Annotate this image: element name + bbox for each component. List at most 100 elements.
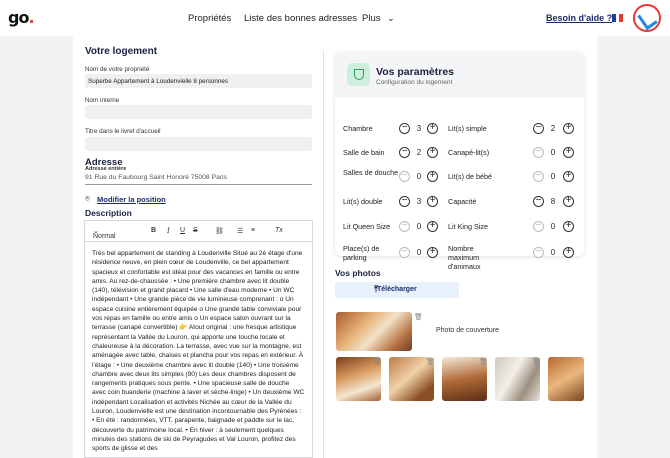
param-value: 0	[550, 148, 556, 157]
decrement-button[interactable]: −	[533, 221, 544, 232]
parameters-panel: Vos paramètres Configuration du logement…	[335, 52, 584, 271]
param-label: Salles de douche	[343, 168, 399, 177]
top-navigation: go. Propriétés Liste des bonnes adresses…	[0, 0, 670, 36]
editor-toolbar: Normal ⌄ B I U S ⛓ ☰ ≡ Tx	[85, 221, 312, 242]
param-label: Chambre	[343, 124, 373, 133]
param-label: Lit King Size	[448, 222, 488, 231]
photo-thumbnail[interactable]	[548, 357, 584, 401]
logo[interactable]: go.	[8, 8, 35, 27]
decrement-button[interactable]: −	[399, 196, 410, 207]
decrement-button[interactable]: −	[533, 123, 544, 134]
upload-button[interactable]: Télécharger	[335, 282, 459, 298]
nav-plus-label: Plus	[362, 13, 381, 24]
section-title-logement: Votre logement	[85, 46, 158, 57]
address-label: Adresse entière	[85, 166, 127, 172]
decrement-button[interactable]: −	[399, 247, 410, 258]
increment-button[interactable]: +	[427, 247, 438, 258]
trash-icon[interactable]: 🗑	[532, 358, 541, 367]
column-divider	[323, 50, 324, 458]
param-label: Lit Queen Size	[343, 222, 391, 231]
shield-icon	[347, 63, 370, 86]
decrement-button[interactable]: −	[533, 196, 544, 207]
parameters-subtitle: Configuration du logement	[376, 79, 453, 86]
param-value: 2	[416, 148, 422, 157]
increment-button[interactable]: +	[563, 247, 574, 258]
param-label: Lit(s) double	[343, 197, 383, 206]
modify-position-link[interactable]: Modifier la position	[97, 195, 166, 204]
increment-button[interactable]: +	[427, 221, 438, 232]
param-value: 3	[416, 124, 422, 133]
param-value: 0	[550, 222, 556, 231]
parameters-title: Vos paramètres	[376, 66, 455, 78]
increment-button[interactable]: +	[563, 171, 574, 182]
parameters-header: Vos paramètres Configuration du logement	[335, 52, 584, 98]
increment-button[interactable]: +	[427, 196, 438, 207]
cover-photo-label: Photo de couverture	[436, 327, 500, 334]
location-pin-icon: ⌾	[85, 194, 90, 203]
french-flag-icon[interactable]	[612, 14, 624, 22]
trash-icon[interactable]: 🗑	[414, 313, 423, 322]
param-value: 0	[416, 222, 422, 231]
property-editor-card: Votre logement Nom de votre propriété Su…	[73, 36, 597, 458]
param-value: 3	[416, 197, 422, 206]
style-select[interactable]: Normal ⌄	[93, 227, 116, 240]
photos-title: Vos photos	[335, 268, 381, 278]
param-label: Canapé-lit(s)	[448, 148, 490, 157]
nav-bonnes-adresses[interactable]: Liste des bonnes adresses	[244, 13, 357, 24]
nav-plus[interactable]: Plus ⌄	[362, 13, 395, 24]
link-icon[interactable]: ⛓	[215, 227, 224, 235]
param-label: Capacité	[448, 197, 477, 206]
clear-format-icon[interactable]: Tx	[275, 227, 283, 234]
ordered-list-icon[interactable]: ☰	[237, 227, 243, 235]
bullet-list-icon[interactable]: ≡	[251, 227, 255, 234]
decrement-button[interactable]: −	[399, 171, 410, 182]
param-label: Place(s) de parking	[343, 244, 380, 262]
param-value: 0	[550, 172, 556, 181]
underline-icon[interactable]: U	[180, 227, 185, 234]
description-editor: Normal ⌄ B I U S ⛓ ☰ ≡ Tx Très bel appar…	[84, 220, 313, 458]
decrement-button[interactable]: −	[399, 221, 410, 232]
increment-button[interactable]: +	[563, 221, 574, 232]
decrement-button[interactable]: −	[533, 147, 544, 158]
param-label: Nombre maximum d'animaux	[448, 244, 481, 271]
increment-button[interactable]: +	[563, 196, 574, 207]
trash-icon[interactable]: 🗑	[479, 358, 488, 367]
param-value: 0	[550, 248, 556, 257]
style-select-value: Normal	[93, 233, 116, 240]
param-value: 2	[550, 124, 556, 133]
avatar[interactable]	[633, 4, 661, 32]
chevron-down-icon: ⌄	[387, 13, 395, 23]
param-label: Salle de bain	[343, 148, 385, 157]
increment-button[interactable]: +	[427, 171, 438, 182]
bold-icon[interactable]: B	[151, 227, 156, 234]
logo-dot: .	[28, 8, 34, 27]
internal-name-label: Nom interne	[85, 97, 120, 104]
trash-icon[interactable]: 🗑	[373, 358, 382, 367]
italic-icon[interactable]: I	[167, 227, 170, 235]
decrement-button[interactable]: −	[533, 171, 544, 182]
nav-proprietes[interactable]: Propriétés	[188, 13, 231, 24]
help-link[interactable]: Besoin d'aide ?	[546, 13, 612, 23]
booklet-title-label: Titre dans le livret d'accueil	[85, 128, 161, 135]
decrement-button[interactable]: −	[399, 147, 410, 158]
param-value: 0	[416, 172, 422, 181]
decrement-button[interactable]: −	[533, 247, 544, 258]
logo-text: go	[8, 8, 29, 27]
cover-photo[interactable]	[336, 312, 412, 351]
description-text[interactable]: Très bel appartement de standing à Loude…	[85, 242, 312, 457]
increment-button[interactable]: +	[563, 147, 574, 158]
property-name-input[interactable]: Superbe Appartement à Loudenvielle 8 per…	[85, 74, 312, 88]
address-input[interactable]: 91 Rue du Faubourg Saint Honoré 75008 Pa…	[85, 174, 312, 185]
param-label: Lit(s) de bébé	[448, 172, 492, 181]
booklet-title-input[interactable]	[85, 137, 312, 151]
trash-icon[interactable]: 🗑	[426, 358, 435, 367]
increment-button[interactable]: +	[427, 147, 438, 158]
strikethrough-icon[interactable]: S	[193, 227, 198, 234]
internal-name-input[interactable]	[85, 105, 312, 119]
decrement-button[interactable]: −	[399, 123, 410, 134]
increment-button[interactable]: +	[427, 123, 438, 134]
param-value: 0	[416, 248, 422, 257]
description-title: Description	[85, 208, 132, 218]
increment-button[interactable]: +	[563, 123, 574, 134]
param-label: Lit(s) simple	[448, 124, 487, 133]
